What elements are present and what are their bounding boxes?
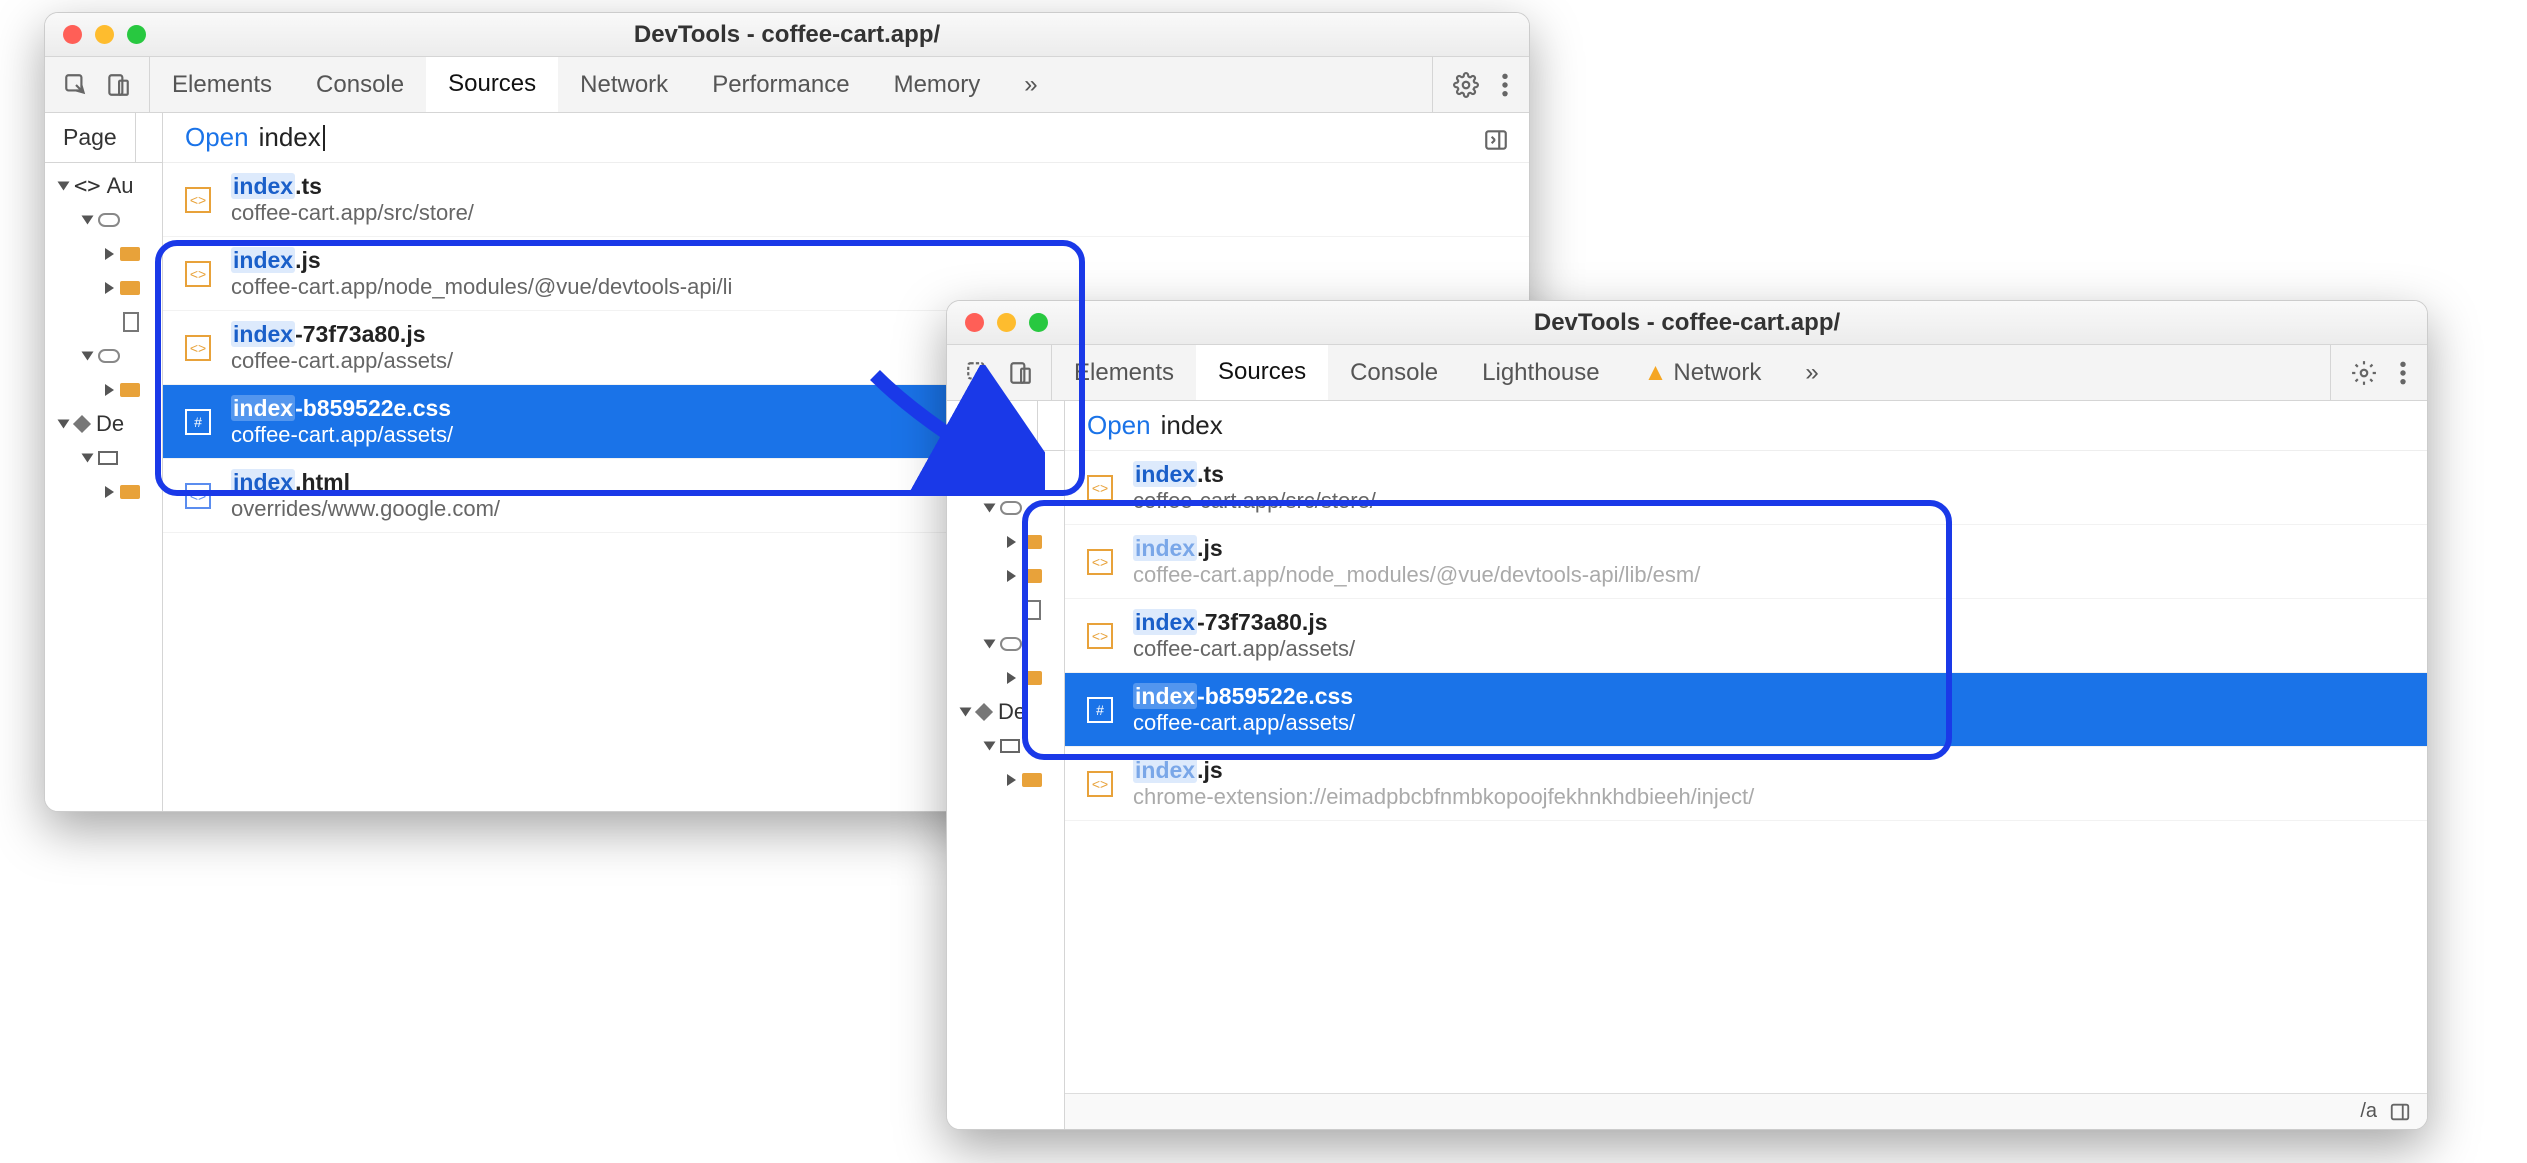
css-file-icon: # <box>185 409 211 435</box>
result-filename: index.js <box>1133 757 1754 784</box>
kebab-menu-icon[interactable] <box>1497 68 1513 102</box>
sidebar-tab-page[interactable]: Page <box>947 401 1038 450</box>
zoom-window-button[interactable] <box>127 25 146 44</box>
tab-console[interactable]: Console <box>1328 345 1460 400</box>
devtools-toolbar: Elements Sources Console Lighthouse ▲Net… <box>947 345 2427 401</box>
css-file-icon: # <box>1087 697 1113 723</box>
tab-performance[interactable]: Performance <box>690 57 871 112</box>
window-title: DevTools - coffee-cart.app/ <box>45 21 1529 49</box>
close-window-button[interactable] <box>63 25 82 44</box>
result-path: coffee-cart.app/assets/ <box>1133 710 1355 736</box>
device-toolbar-icon[interactable] <box>1003 356 1037 390</box>
window-controls <box>947 313 1048 332</box>
tab-network[interactable]: ▲Network <box>1622 345 1784 400</box>
tab-elements[interactable]: Elements <box>150 57 294 112</box>
tab-sources[interactable]: Sources <box>426 57 558 112</box>
js-file-icon: <> <box>185 335 211 361</box>
tab-sources[interactable]: Sources <box>1196 345 1328 400</box>
toggle-sidebar-icon[interactable] <box>2385 1097 2415 1127</box>
status-bar: /a <box>1065 1093 2427 1129</box>
panel-tabs: Elements Sources Console Lighthouse ▲Net… <box>1052 345 2330 400</box>
inspect-element-icon[interactable] <box>59 68 93 102</box>
html-file-icon: <> <box>185 483 211 509</box>
open-query-text: index <box>259 122 321 153</box>
result-path: coffee-cart.app/assets/ <box>1133 636 1355 662</box>
result-filename: index.js <box>231 247 732 274</box>
result-path: coffee-cart.app/src/store/ <box>1133 488 1376 514</box>
devtools-toolbar: Elements Console Sources Network Perform… <box>45 57 1529 113</box>
titlebar[interactable]: DevTools - coffee-cart.app/ <box>947 301 2427 345</box>
file-results-list: <> index.tscoffee-cart.app/src/store/ <> in… <box>1065 451 2427 821</box>
file-tree[interactable]: <> Au De <box>45 163 162 509</box>
inspect-element-icon[interactable] <box>961 356 995 390</box>
sidebar-tab-page[interactable]: Page <box>45 113 136 162</box>
js-file-icon: <> <box>1087 623 1113 649</box>
file-tree[interactable]: <> Au De <box>947 451 1064 797</box>
titlebar[interactable]: DevTools - coffee-cart.app/ <box>45 13 1529 57</box>
kebab-menu-icon[interactable] <box>2395 356 2411 390</box>
result-path: coffee-cart.app/node_modules/@vue/devtoo… <box>231 274 732 300</box>
result-filename: index.html <box>231 469 500 496</box>
panel-tabs: Elements Console Sources Network Perform… <box>150 57 1432 112</box>
result-path: coffee-cart.app/assets/ <box>231 348 453 374</box>
open-label: Open <box>185 122 249 153</box>
result-path: overrides/www.google.com/ <box>231 496 500 522</box>
js-file-icon: <> <box>1087 771 1113 797</box>
js-file-icon: <> <box>1087 475 1113 501</box>
warning-icon: ▲ <box>1644 359 1668 387</box>
result-filename: index-73f73a80.js <box>1133 609 1355 636</box>
file-result-item[interactable]: <> index-73f73a80.jscoffee-cart.app/asset… <box>1065 599 2427 673</box>
result-path: coffee-cart.app/node_modules/@vue/devtoo… <box>1133 562 1700 588</box>
result-path: coffee-cart.app/assets/ <box>231 422 453 448</box>
result-filename: index-b859522e.css <box>231 395 453 422</box>
js-file-icon: <> <box>185 261 211 287</box>
tab-console[interactable]: Console <box>294 57 426 112</box>
main-content: Open index <> index.tscoffee-cart.app/src… <box>1065 401 2427 1129</box>
tabs-overflow-icon[interactable]: » <box>1002 57 1059 112</box>
tab-elements[interactable]: Elements <box>1052 345 1196 400</box>
command-bar[interactable]: Open index <box>1065 401 2427 451</box>
result-path: chrome-extension://eimadpbcbfnmbkopoojfe… <box>1133 784 1754 810</box>
open-label: Open <box>1087 410 1151 441</box>
result-filename: index.ts <box>1133 461 1376 488</box>
result-filename: index.js <box>1133 535 1700 562</box>
devtools-window-2: DevTools - coffee-cart.app/ Elements Sou… <box>946 300 2428 1130</box>
file-result-item[interactable]: <> index.tscoffee-cart.app/src/store/ <box>163 163 1529 237</box>
command-bar[interactable]: Open index <box>163 113 1529 163</box>
file-result-item[interactable]: <> index.jscoffee-cart.app/node_modules/@… <box>1065 525 2427 599</box>
text-cursor <box>323 125 325 151</box>
js-file-icon: <> <box>185 187 211 213</box>
minimize-window-button[interactable] <box>95 25 114 44</box>
tab-lighthouse[interactable]: Lighthouse <box>1460 345 1621 400</box>
tab-network[interactable]: Network <box>558 57 690 112</box>
js-file-icon: <> <box>1087 549 1113 575</box>
result-path: coffee-cart.app/src/store/ <box>231 200 474 226</box>
zoom-window-button[interactable] <box>1029 313 1048 332</box>
device-toolbar-icon[interactable] <box>101 68 135 102</box>
status-path: /a <box>2360 1100 2377 1123</box>
file-result-item[interactable]: <> index.jschrome-extension://eimadpbcbfn… <box>1065 747 2427 821</box>
tab-memory[interactable]: Memory <box>872 57 1003 112</box>
gear-icon[interactable] <box>2347 356 2381 390</box>
navigator-sidebar: Page <> Au De <box>947 401 1065 1129</box>
file-result-item[interactable]: <> index.tscoffee-cart.app/src/store/ <box>1065 451 2427 525</box>
navigator-sidebar: Page <> Au De <box>45 113 163 811</box>
window-title: DevTools - coffee-cart.app/ <box>947 309 2427 337</box>
gear-icon[interactable] <box>1449 68 1483 102</box>
result-filename: index-b859522e.css <box>1133 683 1355 710</box>
open-query-text: index <box>1161 410 1223 441</box>
close-window-button[interactable] <box>965 313 984 332</box>
result-filename: index-73f73a80.js <box>231 321 453 348</box>
file-result-item[interactable]: # index-b859522e.csscoffee-cart.app/asset… <box>1065 673 2427 747</box>
minimize-window-button[interactable] <box>997 313 1016 332</box>
window-controls <box>45 25 146 44</box>
toggle-sidebar-icon[interactable] <box>1479 123 1513 157</box>
result-filename: index.ts <box>231 173 474 200</box>
tabs-overflow-icon[interactable]: » <box>1783 345 1840 400</box>
